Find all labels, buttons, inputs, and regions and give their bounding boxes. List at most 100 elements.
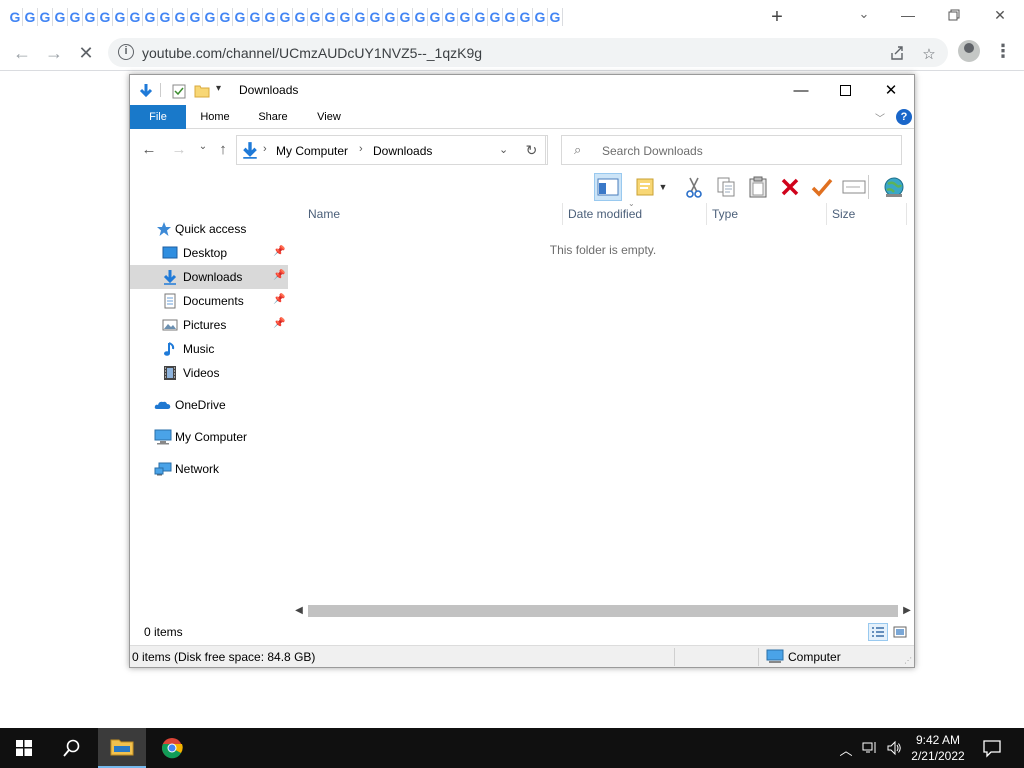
column-divider[interactable] <box>706 203 707 225</box>
column-divider[interactable] <box>826 203 827 225</box>
bookmark-star-icon[interactable]: ☆ <box>920 45 938 63</box>
share-icon[interactable] <box>888 45 906 63</box>
address-bar[interactable]: i youtube.com/channel/UCmzAUDcUY1NVZ5--_… <box>108 38 948 67</box>
tab-google-favicon-icon[interactable]: G <box>338 8 353 26</box>
tab-google-favicon-icon[interactable]: G <box>83 8 98 26</box>
new-tab-button[interactable]: + <box>766 6 788 28</box>
nav-network[interactable]: Network <box>130 457 288 481</box>
tab-google-favicon-icon[interactable]: G <box>53 8 68 26</box>
nav-item-desktop[interactable]: Desktop 📌 <box>130 241 288 265</box>
tab-google-favicon-icon[interactable]: G <box>143 8 158 26</box>
customize-qat-icon[interactable]: ▾ <box>216 83 230 99</box>
breadcrumb-my-computer[interactable]: My Computer <box>276 144 348 158</box>
scrollbar-thumb[interactable] <box>308 605 898 617</box>
paste-icon[interactable] <box>744 173 772 201</box>
tab-google-favicon-icon[interactable]: G <box>128 8 143 26</box>
scroll-right-icon[interactable]: ▶ <box>900 603 914 619</box>
browser-minimize-icon[interactable]: — <box>896 4 920 26</box>
cut-icon[interactable] <box>680 173 708 201</box>
tab-google-favicon-icon[interactable]: G <box>308 8 323 26</box>
explorer-minimize-icon[interactable]: — <box>786 79 816 101</box>
tab-google-favicon-icon[interactable]: G <box>518 8 533 26</box>
tab-google-favicon-icon[interactable]: G <box>398 8 413 26</box>
pin-icon[interactable]: 📌 <box>273 246 285 257</box>
forward-icon[interactable]: → <box>42 41 66 65</box>
tab-google-favicon-icon[interactable]: G <box>158 8 173 26</box>
pin-icon[interactable]: 📌 <box>273 270 285 281</box>
layout-dropdown-icon[interactable]: ▼ <box>656 173 670 201</box>
tab-google-favicon-icon[interactable]: G <box>383 8 398 26</box>
tab-file[interactable]: File <box>130 105 186 129</box>
column-header-size[interactable]: Size <box>832 207 855 221</box>
column-divider[interactable] <box>906 203 907 225</box>
help-icon[interactable]: ? <box>896 109 912 125</box>
tab-google-favicon-icon[interactable]: G <box>368 8 383 26</box>
action-center-icon[interactable] <box>982 738 1002 758</box>
large-icons-view-icon[interactable] <box>890 623 910 641</box>
start-windows-icon[interactable] <box>0 728 48 768</box>
breadcrumb-chevron-icon[interactable]: › <box>263 143 267 155</box>
nav-item-downloads[interactable]: Downloads 📌 <box>130 265 288 289</box>
site-info-icon[interactable]: i <box>118 44 134 60</box>
tab-google-favicon-icon[interactable]: G <box>233 8 248 26</box>
tab-google-favicon-icon[interactable]: G <box>263 8 278 26</box>
tab-google-favicon-icon[interactable]: G <box>248 8 263 26</box>
tab-google-favicon-icon[interactable]: G <box>473 8 488 26</box>
explorer-forward-icon[interactable]: → <box>170 141 188 159</box>
tab-google-favicon-icon[interactable]: G <box>188 8 203 26</box>
delete-icon[interactable] <box>776 173 804 201</box>
up-folder-icon[interactable]: ↑ <box>214 141 232 159</box>
scroll-left-icon[interactable]: ◀ <box>292 603 306 619</box>
tab-google-favicon-icon[interactable]: G <box>548 8 563 26</box>
nav-my-computer[interactable]: My Computer <box>130 425 288 449</box>
browser-close-icon[interactable]: ✕ <box>988 4 1012 26</box>
tab-google-favicon-icon[interactable]: G <box>458 8 473 26</box>
system-clock[interactable]: 9:42 AM 2/21/2022 <box>900 732 976 764</box>
tab-google-favicon-icon[interactable]: G <box>38 8 53 26</box>
tab-google-favicon-icon[interactable]: G <box>23 8 38 26</box>
breadcrumb-chevron-icon[interactable]: › <box>359 143 363 155</box>
rename-icon[interactable] <box>840 173 868 201</box>
tab-google-favicon-icon[interactable]: G <box>98 8 113 26</box>
back-icon[interactable]: ← <box>10 41 34 65</box>
tab-google-favicon-icon[interactable]: G <box>203 8 218 26</box>
tab-search-icon[interactable]: ⌄ <box>856 6 872 22</box>
nav-item-pictures[interactable]: Pictures 📌 <box>130 313 288 337</box>
tab-google-favicon-icon[interactable]: G <box>353 8 368 26</box>
properties-check-icon[interactable] <box>808 173 836 201</box>
column-header-type[interactable]: Type <box>712 207 738 221</box>
tab-share[interactable]: Share <box>248 105 298 129</box>
tab-google-favicon-icon[interactable]: G <box>68 8 83 26</box>
details-view-icon[interactable] <box>868 623 888 641</box>
nav-quick-access[interactable]: Quick access <box>130 217 288 241</box>
tab-google-favicon-icon[interactable]: G <box>113 8 128 26</box>
tab-google-favicon-icon[interactable]: G <box>443 8 458 26</box>
explorer-address-bar[interactable]: › My Computer › Downloads ⌄ <box>236 135 548 165</box>
tab-google-favicon-icon[interactable]: G <box>323 8 338 26</box>
horizontal-scrollbar[interactable]: ◀ ▶ <box>292 603 914 619</box>
tab-google-favicon-icon[interactable]: G <box>8 8 23 26</box>
nav-item-music[interactable]: Music <box>130 337 288 361</box>
breadcrumb-downloads[interactable]: Downloads <box>373 144 432 158</box>
column-header-name[interactable]: Name <box>308 207 340 221</box>
explorer-back-icon[interactable]: ← <box>140 141 158 159</box>
file-explorer-folder-icon[interactable] <box>98 728 146 768</box>
refresh-icon[interactable]: ↻ <box>518 135 546 165</box>
column-header-date-modified[interactable]: Date modified <box>568 207 642 221</box>
explorer-close-icon[interactable]: ✕ <box>876 79 906 101</box>
nav-onedrive[interactable]: OneDrive <box>130 393 288 417</box>
tab-google-favicon-icon[interactable]: G <box>218 8 233 26</box>
copy-icon[interactable] <box>712 173 740 201</box>
tab-google-favicon-icon[interactable]: G <box>533 8 548 26</box>
browser-restore-icon[interactable] <box>942 4 966 26</box>
search-downloads-input[interactable]: ⌕ Search Downloads <box>561 135 902 165</box>
recent-locations-icon[interactable]: ⌄ <box>194 141 212 159</box>
new-folder-icon[interactable] <box>194 83 210 99</box>
stop-loading-icon[interactable]: ✕ <box>74 41 98 65</box>
search-icon[interactable] <box>48 728 96 768</box>
explorer-maximize-icon[interactable] <box>830 79 860 101</box>
tab-home[interactable]: Home <box>190 105 240 129</box>
show-hidden-icons-chevron-icon[interactable]: ︿ <box>838 740 854 758</box>
tab-google-favicon-icon[interactable]: G <box>173 8 188 26</box>
tab-google-favicon-icon[interactable]: G <box>293 8 308 26</box>
